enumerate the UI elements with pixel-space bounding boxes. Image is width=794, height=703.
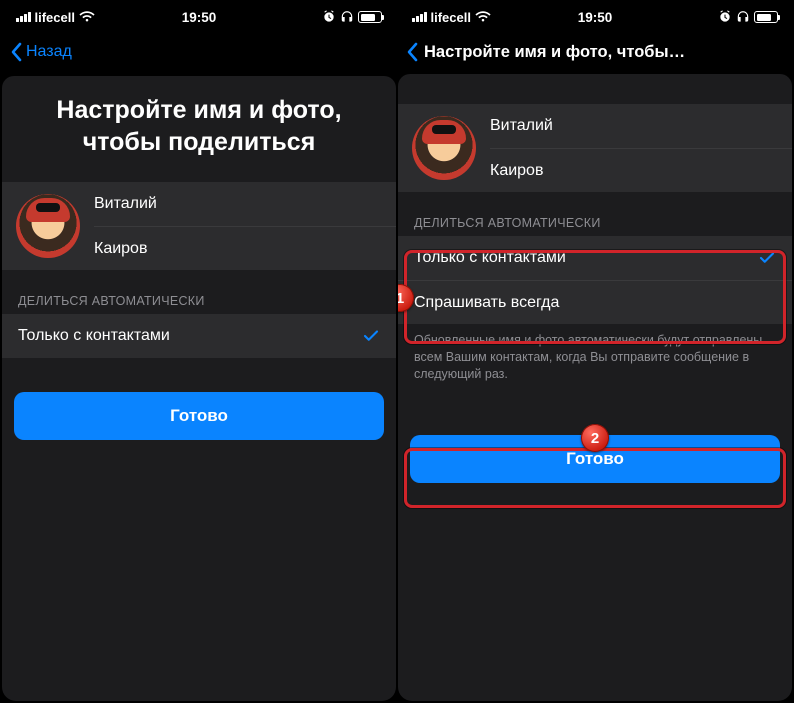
checkmark-icon [362,327,380,345]
chevron-left-icon [406,42,420,62]
callout-2-badge: 2 [581,424,609,452]
name-card: Виталий Каиров [398,104,792,192]
status-time: 19:50 [182,10,217,25]
first-name-value: Виталий [490,117,553,135]
page-title: Настройте имя и фото, чтобы поделиться [2,76,396,176]
nav-bar: Назад [2,32,396,70]
avatar[interactable] [16,194,80,258]
phone-right: lifecell 19:50 Настройте имя и фото, что… [398,2,792,701]
status-bar: lifecell 19:50 [2,2,396,32]
option-label: Только с контактами [18,327,170,345]
name-card: Виталий Каиров [2,182,396,270]
option-contacts-only[interactable]: Только с контактами [398,236,792,280]
nav-title: Настройте имя и фото, чтобы… [424,43,685,62]
carrier-label: lifecell [431,10,471,25]
headphones-icon [736,10,750,24]
sheet: Виталий Каиров ДЕЛИТЬСЯ АВТОМАТИЧЕСКИ То… [398,74,792,701]
last-name-value: Каиров [490,162,543,180]
option-always-ask[interactable]: Спрашивать всегда [398,280,792,324]
done-label: Готово [170,406,228,426]
option-label: Спрашивать всегда [414,294,559,312]
carrier-label: lifecell [35,10,75,25]
back-button[interactable] [406,42,420,62]
first-name-field[interactable]: Виталий [490,104,792,148]
nav-bar: Настройте имя и фото, чтобы… [398,32,792,70]
phone-left: lifecell 19:50 Назад Настройте имя и фот… [2,2,396,701]
last-name-field[interactable]: Каиров [94,226,396,270]
auto-share-header: ДЕЛИТЬСЯ АВТОМАТИЧЕСКИ [2,270,396,314]
auto-share-header: ДЕЛИТЬСЯ АВТОМАТИЧЕСКИ [398,192,792,236]
battery-icon [358,11,382,23]
alarm-icon [718,10,732,24]
option-contacts-only[interactable]: Только с контактами [2,314,396,358]
last-name-value: Каиров [94,240,147,258]
done-button[interactable]: Готово [14,392,384,440]
status-bar: lifecell 19:50 [398,2,792,32]
first-name-field[interactable]: Виталий [94,182,396,226]
avatar[interactable] [412,116,476,180]
wifi-icon [475,11,491,23]
signal-icon [16,12,31,22]
chevron-left-icon [10,42,24,62]
signal-icon [412,12,427,22]
status-time: 19:50 [578,10,613,25]
last-name-field[interactable]: Каиров [490,148,792,192]
auto-share-list: Только с контактами Спрашивать всегда [398,236,792,324]
alarm-icon [322,10,336,24]
headphones-icon [340,10,354,24]
option-label: Только с контактами [414,249,566,267]
back-button[interactable]: Назад [10,42,72,62]
wifi-icon [79,11,95,23]
auto-share-list: Только с контактами [2,314,396,358]
first-name-value: Виталий [94,195,157,213]
back-label: Назад [26,43,72,61]
sheet: Настройте имя и фото, чтобы поделиться В… [2,76,396,701]
checkmark-icon [758,249,776,267]
auto-share-footer: Обновленные имя и фото автоматически буд… [398,324,792,387]
battery-icon [754,11,778,23]
